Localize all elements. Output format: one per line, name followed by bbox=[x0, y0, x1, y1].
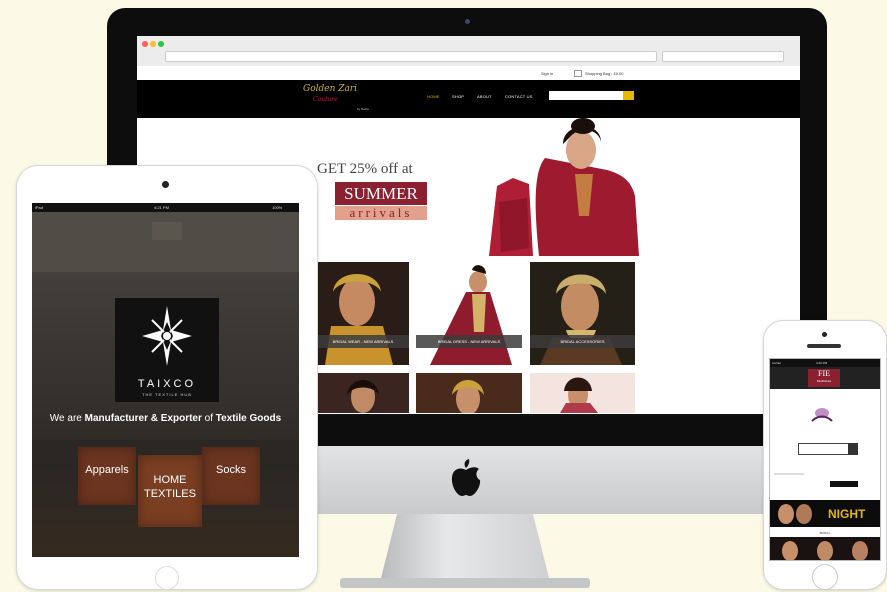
nav-shop[interactable]: SHOP bbox=[452, 94, 464, 99]
site-header: Golden Zari Couture by Nazia HOME SHOP A… bbox=[137, 80, 800, 118]
imac-stand-foot bbox=[340, 578, 590, 588]
nav-home[interactable]: HOME bbox=[427, 94, 440, 99]
hero-model-image bbox=[489, 118, 639, 256]
promo-summer[interactable]: SUMMER bbox=[335, 182, 427, 205]
imac-camera bbox=[465, 19, 470, 24]
headline-strong-1: Manufacturer & Exporter bbox=[84, 413, 202, 424]
headline-pre: We are bbox=[49, 413, 85, 424]
apple-logo-icon bbox=[451, 459, 481, 496]
phone-banner[interactable]: NIGHT bbox=[770, 500, 880, 527]
site-logo-script: Couture bbox=[313, 96, 338, 103]
category-label: HOME bbox=[153, 474, 187, 486]
tile-image bbox=[317, 262, 409, 365]
iphone-camera bbox=[822, 332, 827, 337]
signin-link[interactable]: Sign in bbox=[541, 71, 553, 76]
product-tile[interactable] bbox=[416, 373, 522, 413]
phone-search-button[interactable] bbox=[848, 443, 858, 455]
taixco-tagline: THE TEXTILE HUB bbox=[142, 392, 192, 397]
status-carrier: iPad bbox=[35, 205, 44, 210]
nav-about[interactable]: ABOUT bbox=[477, 94, 492, 99]
taixco-name: TAIXCO bbox=[137, 378, 197, 390]
tile-image bbox=[416, 262, 522, 365]
taixco-logo-box[interactable]: TAIXCO THE TEXTILE HUB bbox=[115, 298, 219, 402]
phone-banner-text: NIGHT bbox=[828, 507, 866, 521]
iphone-speaker bbox=[807, 344, 841, 348]
iphone-screen: Carrier 4:20 PM FIE Meditations NIGHT BR… bbox=[769, 358, 881, 561]
tile-image bbox=[530, 262, 635, 365]
site-logo[interactable]: Golden Zari bbox=[303, 84, 357, 94]
phone-gallery[interactable] bbox=[770, 537, 880, 560]
phone-search-input[interactable] bbox=[798, 443, 850, 455]
cart-icon bbox=[574, 70, 582, 77]
phone-time: 4:20 PM bbox=[816, 361, 828, 365]
ipad-camera bbox=[162, 181, 169, 188]
phone-logo[interactable]: FIE Meditations bbox=[808, 369, 840, 387]
category-label: Apparels bbox=[85, 464, 129, 476]
headline-strong-2: Textile Goods bbox=[215, 413, 282, 424]
tile-caption: BRIDAL ACCESSORIES bbox=[530, 335, 635, 348]
status-time: 4:21 PM bbox=[154, 205, 169, 210]
close-window-button[interactable] bbox=[142, 41, 148, 47]
tile-caption: BRIDAL WEAR - NEW ARRIVALS bbox=[317, 335, 409, 348]
maximize-window-button[interactable] bbox=[158, 41, 164, 47]
promo-arrivals[interactable]: arrivals bbox=[335, 206, 427, 220]
category-label: TEXTILES bbox=[144, 488, 196, 500]
category-box-apparels[interactable]: Apparels bbox=[78, 447, 136, 505]
phone-carrier: Carrier bbox=[772, 361, 782, 365]
nav-contact[interactable]: CONTACT US bbox=[505, 94, 533, 99]
category-box-socks[interactable]: Socks bbox=[202, 447, 260, 505]
ipad-status-bar: iPad 4:21 PM 100% bbox=[32, 203, 299, 212]
site-search-button[interactable] bbox=[623, 91, 634, 100]
ipad-screen: iPad 4:21 PM 100% TAIXCO THE TEXTILE HUB… bbox=[32, 203, 299, 557]
browser-toolbar bbox=[137, 36, 800, 67]
category-box-home-textiles[interactable]: HOME TEXTILES bbox=[138, 455, 202, 527]
phone-header: FIE Meditations bbox=[770, 367, 880, 389]
ipad-headline: We are Manufacturer & Exporter of Textil… bbox=[32, 413, 299, 424]
category-label: Socks bbox=[216, 464, 246, 476]
product-tile[interactable] bbox=[530, 373, 635, 413]
browser-search-field[interactable] bbox=[662, 51, 784, 62]
product-tile[interactable]: BRIDAL ACCESSORIES bbox=[530, 262, 635, 365]
phone-logo-sub: Meditations bbox=[816, 379, 832, 383]
gallery-image bbox=[782, 541, 868, 560]
minimize-window-button[interactable] bbox=[150, 41, 156, 47]
tile-image bbox=[347, 380, 379, 413]
compass-star-icon bbox=[142, 306, 192, 366]
phone-status-bar: Carrier 4:20 PM bbox=[770, 359, 880, 367]
imac-stand bbox=[380, 514, 550, 582]
site-search-input[interactable] bbox=[549, 91, 623, 100]
product-tile[interactable]: BRIDAL WEAR - NEW ARRIVALS bbox=[317, 262, 409, 365]
product-tile[interactable] bbox=[317, 373, 409, 413]
phone-logo-text: FIE bbox=[818, 369, 830, 378]
tile-image bbox=[452, 380, 484, 413]
promo-headline: GET 25% off at bbox=[317, 161, 413, 177]
ipad-home-button[interactable] bbox=[155, 566, 179, 590]
status-battery: 100% bbox=[272, 205, 283, 210]
banner-image bbox=[778, 504, 812, 524]
site-topbar: Sign in Shopping Bag : £0.00 bbox=[137, 66, 800, 80]
phone-menu-button[interactable] bbox=[830, 481, 858, 487]
phone-divider bbox=[774, 473, 804, 475]
tile-caption: BRIDAL DRESS - NEW ARRIVALS bbox=[416, 335, 522, 348]
headline-mid: of bbox=[201, 413, 216, 424]
iphone-home-button[interactable] bbox=[812, 564, 838, 590]
product-tile[interactable]: BRIDAL DRESS - NEW ARRIVALS bbox=[416, 262, 522, 365]
cart-link[interactable]: Shopping Bag : £0.00 bbox=[585, 71, 623, 76]
tile-image bbox=[560, 377, 598, 413]
phone-logo-image bbox=[811, 408, 833, 422]
site-logo-tag: by Nazia bbox=[357, 107, 369, 111]
address-bar[interactable] bbox=[165, 51, 657, 62]
